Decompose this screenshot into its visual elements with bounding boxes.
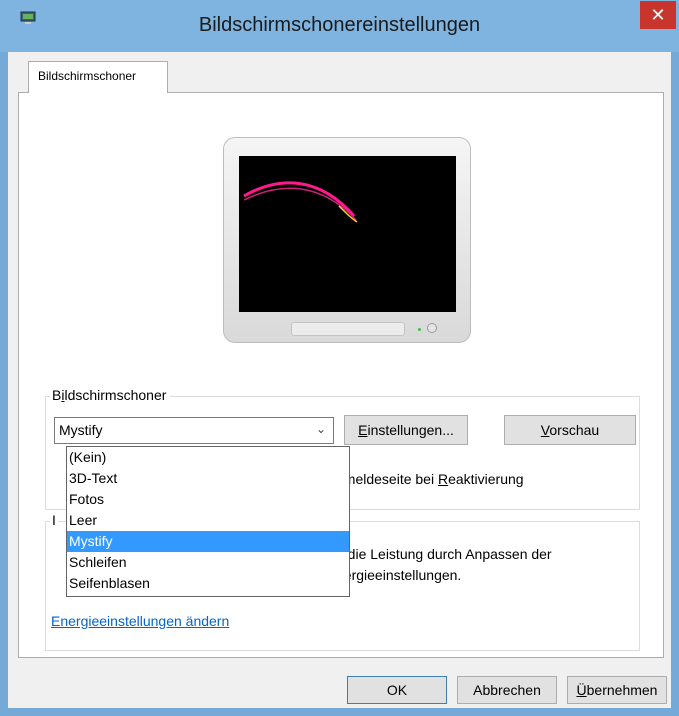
dialog-window: Bildschirmschonereinstellungen ✕ Bildsch… [0,0,679,716]
energy-group-label: I [50,512,58,528]
close-icon: ✕ [650,5,666,25]
option-kein[interactable]: (Kein) [67,447,349,468]
screensaver-select[interactable]: Mystify ⌄ [54,417,334,444]
screensaver-select-value: Mystify [59,422,103,438]
ok-button[interactable]: OK [347,676,447,704]
power-led [418,328,421,331]
screensaver-dropdown-list[interactable]: (Kein) 3D-Text Fotos Leer Mystify Schlei… [66,446,350,597]
preview-screen [239,156,456,312]
tab-bildschirmschoner[interactable]: Bildschirmschoner [28,61,168,93]
monitor-base [291,322,405,336]
option-leer[interactable]: Leer [67,510,349,531]
cancel-button[interactable]: Abbrechen [457,676,557,704]
mystify-animation [243,181,358,223]
resume-logon-label: nmeldeseite bei Reaktivierung [336,471,524,487]
dialog-body: Bildschirmschoner Bildschirmschoner Myst… [8,52,671,708]
power-button-graphic [427,323,437,333]
energy-settings-link[interactable]: Energieeinstellungen ändern [51,613,229,629]
settings-button[interactable]: Einstellungen... [344,415,468,445]
close-button[interactable]: ✕ [640,1,676,29]
option-seifenblasen[interactable]: Seifenblasen [67,573,349,594]
title-bar: Bildschirmschonereinstellungen ✕ [0,0,679,52]
window-title: Bildschirmschonereinstellungen [198,14,481,36]
screensaver-group-label: Bildschirmschoner [50,387,171,403]
energy-description: e die Leistung durch Anpassen der nergie… [336,546,552,583]
option-schleifen[interactable]: Schleifen [67,552,349,573]
option-fotos[interactable]: Fotos [67,489,349,510]
monitor-preview [223,137,471,343]
apply-button[interactable]: Übernehmen [567,676,667,704]
chevron-down-icon: ⌄ [315,422,326,436]
option-3d-text[interactable]: 3D-Text [67,468,349,489]
option-mystify[interactable]: Mystify [67,531,349,552]
preview-button[interactable]: Vorschau [504,415,636,445]
